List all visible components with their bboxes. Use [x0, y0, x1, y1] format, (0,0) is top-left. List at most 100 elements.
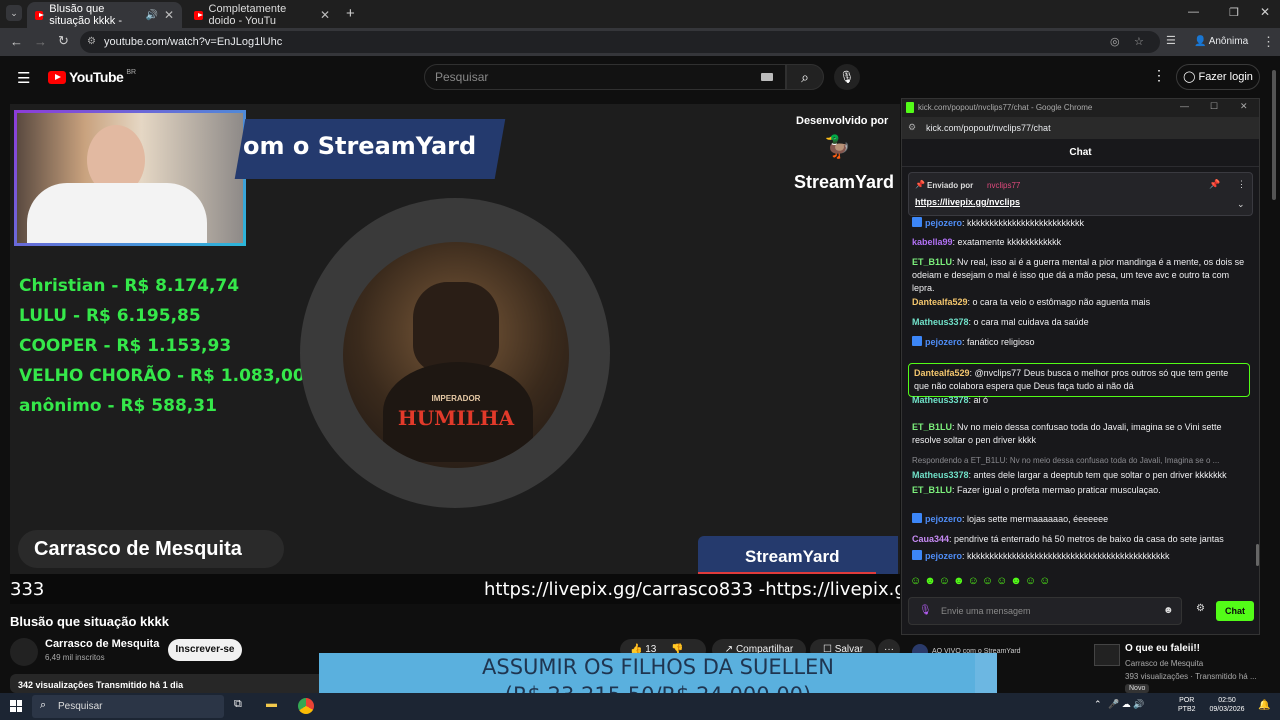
emote-icon[interactable]: ☺☻☺☻☺☺☺☻☺☺: [910, 575, 1053, 587]
search-input[interactable]: Pesquisar: [424, 64, 786, 90]
close-window-icon[interactable]: ✕: [1260, 5, 1270, 19]
chat-message[interactable]: pejozero: kkkkkkkkkkkkkkkkkkkkkkkkkkkkkk…: [912, 550, 1252, 563]
subscribe-button[interactable]: Inscrever-se: [168, 639, 242, 661]
windows-start-icon[interactable]: [10, 700, 22, 712]
emote-bar[interactable]: ☺☻☺☻☺☺☺☻☺☺: [910, 575, 1053, 587]
tray-chevron-icon[interactable]: ⌃: [1094, 699, 1102, 710]
address-bar[interactable]: ⚙ youtube.com/watch?v=EnJLog1lUhc ◎ ☆: [80, 31, 1160, 53]
chat-settings-icon[interactable]: ⚙: [1196, 603, 1205, 614]
chat-username[interactable]: ET_B1LU: [912, 422, 952, 432]
reload-icon[interactable]: ↻: [58, 33, 69, 49]
microphone-icon[interactable]: 🎙: [919, 605, 932, 616]
recommended-title[interactable]: O que eu faleii!!: [1125, 643, 1200, 654]
site-info-icon[interactable]: ⚙: [87, 31, 96, 53]
chat-window-title: kick.com/popout/nvclips77/chat - Google …: [918, 103, 1093, 112]
notification-icon[interactable]: 🔔: [1258, 700, 1270, 711]
file-explorer-icon[interactable]: ▬: [266, 698, 277, 710]
close-tab-icon[interactable]: ✕: [164, 8, 174, 22]
incognito-badge[interactable]: 👤 Anônima: [1194, 36, 1248, 47]
chat-scrollbar[interactable]: [1256, 544, 1259, 566]
chat-text: : exatamente kkkkkkkkkkkk: [952, 237, 1062, 247]
chat-username[interactable]: pejozero: [925, 337, 962, 347]
restore-icon[interactable]: ❐: [1229, 6, 1239, 19]
pinned-menu-icon[interactable]: ⋮: [1237, 179, 1246, 190]
unpin-icon[interactable]: 📌: [1209, 179, 1220, 190]
tab-completamente-doido[interactable]: Completamente doido - YouTu ✕: [186, 2, 338, 28]
language-indicator[interactable]: POR PTB2: [1178, 696, 1196, 714]
chat-message-input[interactable]: 🎙 Envie uma mensagem ☻: [908, 597, 1182, 625]
region-code: BR: [126, 68, 137, 76]
recommended-meta: 393 visualizações · Transmitido há ...: [1125, 672, 1257, 681]
login-label: Fazer login: [1198, 71, 1253, 83]
emoji-icon[interactable]: ☻: [1163, 605, 1174, 616]
chat-message[interactable]: Matheus3378: antes dele largar a deeptub…: [912, 469, 1252, 482]
browser-menu-icon[interactable]: ⋮: [1262, 34, 1275, 50]
tab-search-icon[interactable]: ⌄: [6, 5, 22, 21]
video-player[interactable]: om o StreamYard Desenvolvido por 🦆 Strea…: [10, 104, 900, 604]
task-view-icon[interactable]: ⧉: [234, 698, 242, 711]
chat-message[interactable]: ET_B1LU: Nv no meio dessa confusao toda …: [912, 421, 1252, 447]
chat-message[interactable]: pejozero: kkkkkkkkkkkkkkkkkkkkkkkkkk: [912, 217, 1252, 230]
chat-message[interactable]: kabella99: exatamente kkkkkkkkkkkk: [912, 236, 1252, 249]
chat-username[interactable]: ET_B1LU: [912, 257, 952, 267]
new-tab-button[interactable]: +: [346, 5, 355, 22]
chat-message[interactable]: Dantealfa529: o cara ta veio o estômago …: [912, 296, 1252, 309]
chat-username[interactable]: Matheus3378: [912, 395, 969, 405]
pinned-link[interactable]: https://livepix.gg/nvclips: [915, 197, 1020, 207]
chat-text: : o cara ta veio o estômago não aguenta …: [967, 297, 1151, 307]
back-icon[interactable]: ←: [10, 34, 23, 49]
chat-message[interactable]: Matheus3378: o cara mal cuidava da saúde: [912, 316, 1252, 329]
chat-username[interactable]: Matheus3378: [912, 317, 969, 327]
taskbar-search[interactable]: ⌕ Pesquisar: [32, 695, 224, 718]
minimize-icon[interactable]: —: [1180, 101, 1189, 111]
close-tab-icon[interactable]: ✕: [320, 8, 330, 22]
search-button[interactable]: ⌕: [786, 64, 824, 90]
keyboard-icon[interactable]: [761, 73, 773, 81]
chat-username[interactable]: Dantealfa529: [912, 297, 968, 307]
reading-list-icon[interactable]: ☰: [1166, 34, 1176, 47]
chat-message[interactable]: pejozero: fanático religioso: [912, 336, 1252, 349]
bookmark-star-icon[interactable]: ☆: [1134, 31, 1144, 53]
tab-blusao[interactable]: Blusão que situação kkkk - 🔊 ✕: [27, 2, 182, 28]
chat-message[interactable]: ET_B1LU: Fazer igual o profeta mermao pr…: [912, 484, 1252, 497]
chrome-icon[interactable]: [298, 698, 314, 714]
recommended-thumbnail[interactable]: [1094, 644, 1120, 666]
chat-message[interactable]: Matheus3378: ai ó: [912, 394, 1252, 407]
chat-username[interactable]: ET_B1LU: [912, 485, 952, 495]
streamer-shirt: [27, 183, 207, 243]
youtube-logo[interactable]: YouTube BR: [48, 69, 136, 85]
verified-badge-icon: [912, 336, 922, 346]
forward-icon[interactable]: →: [34, 34, 47, 49]
chat-message[interactable]: Dantealfa529: @nvclips77 Deus busca o me…: [908, 363, 1250, 397]
chat-message[interactable]: pejozero: lojas sette mermaaaaaao, éeeee…: [912, 513, 1252, 526]
tray-icons[interactable]: 🎤 ☁ 🔊: [1108, 699, 1144, 710]
tracking-off-icon[interactable]: ◎: [1110, 31, 1120, 53]
login-button[interactable]: ◯ Fazer login: [1176, 64, 1260, 90]
chevron-down-icon[interactable]: ⌄: [1237, 199, 1245, 210]
chat-username[interactable]: pejozero: [925, 551, 962, 561]
chat-username[interactable]: Caua344: [912, 534, 949, 544]
site-info-icon[interactable]: ⚙: [908, 122, 916, 133]
send-chat-button[interactable]: Chat: [1216, 601, 1254, 621]
chat-username[interactable]: Matheus3378: [912, 470, 969, 480]
chat-username[interactable]: kabella99: [912, 237, 953, 247]
maximize-icon[interactable]: ☐: [1210, 101, 1218, 112]
voice-search-button[interactable]: 🎙: [834, 64, 860, 90]
channel-name[interactable]: Carrasco de Mesquita: [45, 638, 159, 650]
chat-username[interactable]: pejozero: [925, 218, 962, 228]
chat-username[interactable]: pejozero: [925, 514, 962, 524]
close-window-icon[interactable]: ✕: [1240, 101, 1248, 112]
chat-message[interactable]: Caua344: pendrive tá enterrado há 50 met…: [912, 533, 1252, 546]
page-scrollbar-thumb[interactable]: [1272, 70, 1276, 200]
settings-menu-icon[interactable]: ⋮: [1152, 67, 1166, 84]
page-scrollbar[interactable]: [1270, 60, 1278, 692]
pinned-message[interactable]: 📌 Enviado por nvclips77 📌 ⋮ https://live…: [908, 172, 1253, 216]
chat-username[interactable]: Dantealfa529: [914, 368, 970, 378]
verified-badge-icon: [912, 217, 922, 227]
hamburger-menu-icon[interactable]: ☰: [17, 69, 30, 87]
chat-message-list[interactable]: pejozero: kkkkkkkkkkkkkkkkkkkkkkkkkk kabe…: [902, 217, 1259, 567]
minimize-icon[interactable]: —: [1188, 6, 1199, 18]
chat-message[interactable]: ET_B1LU: Nv real, isso ai é a guerra men…: [912, 256, 1252, 295]
channel-avatar[interactable]: [10, 638, 38, 666]
clock[interactable]: 02:50 09/03/2026: [1206, 696, 1248, 714]
